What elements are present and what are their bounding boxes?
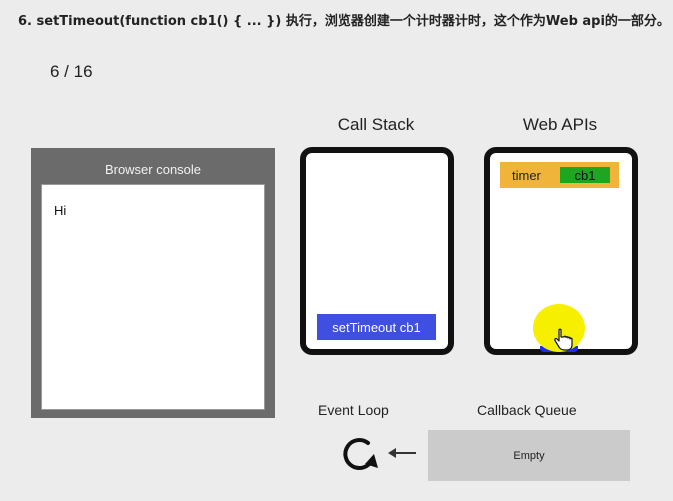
timer-label: timer [512,168,541,183]
timer-callback: cb1 [560,167,610,183]
browser-console: Browser console Hi [31,148,275,418]
timer-entry: timer cb1 [500,162,619,188]
hand-pointer-icon [554,328,573,351]
browser-console-output: Hi [41,184,265,410]
callback-queue: Empty [428,430,630,481]
left-arrow-icon [388,448,416,458]
callback-queue-status: Empty [513,449,545,462]
call-stack-title: Call Stack [337,115,415,134]
web-apis-title: Web APIs [522,115,598,134]
event-loop-title: Event Loop [318,402,389,418]
callback-queue-title: Callback Queue [477,402,577,418]
step-description: 6. setTimeout(function cb1() { ... }) 执行… [18,14,670,29]
step-counter: 6 / 16 [50,62,93,81]
console-line: Hi [54,203,67,218]
call-stack-frame: setTimeout cb1 [317,314,436,340]
refresh-loop-icon [343,438,378,470]
browser-console-title: Browser console [104,162,202,177]
